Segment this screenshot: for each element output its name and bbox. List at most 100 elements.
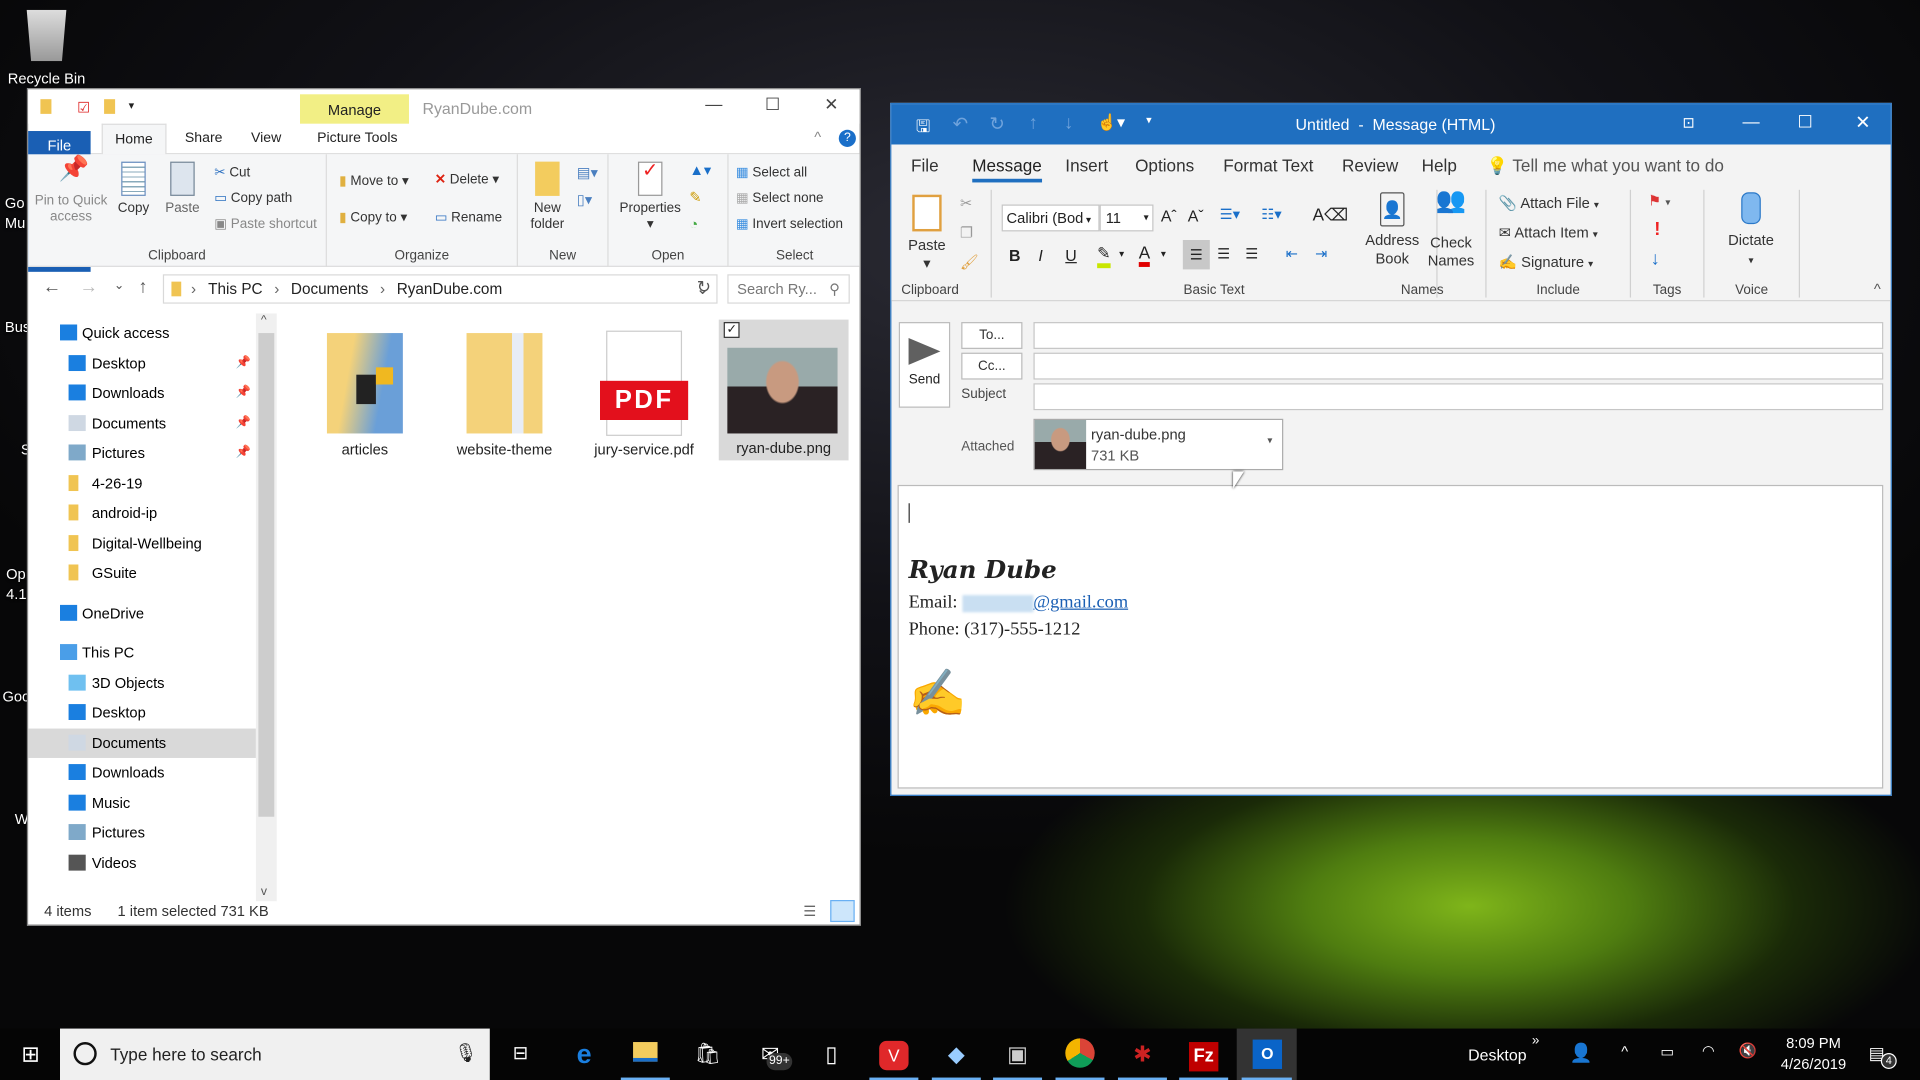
sidebar-item-videos[interactable]: Videos xyxy=(28,848,256,877)
toolbar-expand-icon[interactable]: » xyxy=(1532,1033,1540,1048)
file-explorer-icon[interactable] xyxy=(620,1038,670,1080)
address-book-button[interactable]: 👤 Address Book xyxy=(1364,192,1420,268)
underline-button[interactable]: U xyxy=(1065,246,1076,264)
pin-quick-access-button[interactable]: 📌 Pin to Quick access xyxy=(33,157,109,226)
large-icons-view-icon[interactable] xyxy=(830,900,855,923)
sidebar-item-music[interactable]: Music xyxy=(28,788,256,817)
sidebar-item-this-pc[interactable]: This PC xyxy=(28,638,256,667)
scroll-up-icon[interactable]: ^ xyxy=(261,313,267,326)
wifi-icon[interactable]: ◠ xyxy=(1702,1042,1715,1059)
shrink-font-icon[interactable]: Aˇ xyxy=(1188,207,1204,225)
desktop-toolbar[interactable]: Desktop xyxy=(1468,1046,1526,1064)
undo-icon[interactable]: ↶ xyxy=(953,113,968,135)
to-field[interactable] xyxy=(1033,322,1884,349)
send-button[interactable]: Send xyxy=(898,322,951,408)
mail-icon[interactable]: ✉99+ xyxy=(754,1038,793,1071)
edit-icon[interactable]: ✎ xyxy=(689,189,701,206)
scroll-down-icon[interactable]: v xyxy=(261,885,267,898)
sidebar-item-documents[interactable]: Documents xyxy=(28,727,256,758)
pin-icon[interactable]: 📌 xyxy=(236,438,251,467)
up-icon[interactable]: ↑ xyxy=(138,277,147,298)
tab-view[interactable]: View xyxy=(239,124,294,155)
email-link[interactable]: @gmail.com xyxy=(1033,593,1128,613)
outlook-taskbar-button[interactable]: O xyxy=(1236,1028,1297,1080)
forward-icon[interactable]: → xyxy=(80,277,98,298)
minimize-button[interactable]: — xyxy=(696,94,733,114)
italic-button[interactable]: I xyxy=(1038,246,1042,264)
breadcrumb-ryandube[interactable]: RyanDube.com xyxy=(397,280,502,297)
tab-help[interactable]: Help xyxy=(1422,156,1457,176)
high-importance-icon[interactable]: ! xyxy=(1654,219,1660,240)
touch-mode-icon[interactable]: ☝▾ xyxy=(1097,113,1125,133)
next-item-icon[interactable]: ↓ xyxy=(1064,113,1073,134)
details-view-icon[interactable]: ☰ xyxy=(803,899,816,925)
attach-item-button[interactable]: ✉ Attach Item ▾ xyxy=(1499,224,1598,244)
rename-button[interactable]: ▭ Rename xyxy=(435,209,502,226)
check-names-button[interactable]: 👥 Check Names xyxy=(1423,189,1479,270)
sidebar-item-android-ip[interactable]: android-ip xyxy=(28,498,256,527)
sidebar-item-downloads[interactable]: Downloads xyxy=(28,758,256,787)
tab-review[interactable]: Review xyxy=(1342,156,1398,176)
selection-checkbox[interactable]: ✓ xyxy=(723,322,740,338)
scrollbar-thumb[interactable] xyxy=(258,333,275,817)
sidebar-item-4-26-19[interactable]: 4-26-19 xyxy=(28,468,256,497)
pin-icon[interactable]: 📌 xyxy=(236,408,251,437)
new-folder-qat-icon[interactable] xyxy=(104,99,116,114)
sidebar-item-pictures[interactable]: Pictures 📌 xyxy=(28,438,256,467)
numbering-icon[interactable]: ☷▾ xyxy=(1261,206,1282,223)
customize-qat-icon[interactable]: ▾ xyxy=(129,99,135,112)
filezilla-icon[interactable]: Fz xyxy=(1179,1038,1229,1080)
cut-icon[interactable]: ✂ xyxy=(960,195,972,212)
save-icon[interactable]: 🖫 xyxy=(916,114,931,143)
back-icon[interactable]: ← xyxy=(43,277,61,298)
clock[interactable]: 8:09 PM 4/26/2019 xyxy=(1769,1033,1857,1075)
sidebar-item-3d-objects[interactable]: 3D Objects xyxy=(28,668,256,697)
signature-button[interactable]: ✍ Signature ▾ xyxy=(1499,253,1593,273)
help-icon[interactable]: ? xyxy=(838,129,856,147)
invert-selection-button[interactable]: ▦ Invert selection xyxy=(736,216,843,232)
history-icon[interactable]: ◔ xyxy=(689,216,698,233)
taskbar-search-box[interactable]: Type here to search 🎙 xyxy=(60,1028,490,1080)
decrease-indent-icon[interactable]: ⇤ xyxy=(1286,245,1298,262)
breadcrumb-documents[interactable]: Documents xyxy=(291,280,368,297)
collapse-ribbon-icon[interactable]: ^ xyxy=(814,129,821,146)
pin-icon[interactable]: 📌 xyxy=(236,378,251,407)
subject-field[interactable] xyxy=(1033,383,1884,411)
align-right-icon[interactable]: ☰ xyxy=(1245,245,1258,262)
to-button[interactable]: To... xyxy=(961,322,1023,349)
new-folder-button[interactable]: New folder xyxy=(523,161,572,233)
copy-path-button[interactable]: ▭ Copy path xyxy=(214,190,292,206)
store-icon[interactable]: 🛍 xyxy=(692,1038,724,1070)
phone-icon[interactable]: ▯ xyxy=(816,1038,848,1070)
align-center-icon[interactable]: ☰ xyxy=(1217,245,1230,262)
attachment-chip[interactable]: ryan-dube.png 731 KB ▾ xyxy=(1033,418,1284,471)
attach-file-button[interactable]: 📎 Attach File ▾ xyxy=(1499,195,1599,215)
sidebar-item-onedrive[interactable]: OneDrive xyxy=(28,598,256,627)
tab-picture-tools[interactable]: Picture Tools xyxy=(305,124,410,155)
sidebar-item-desktop[interactable]: Desktop 📌 xyxy=(28,348,256,377)
sidebar-item-documents[interactable]: Documents 📌 xyxy=(28,408,256,437)
app-icon[interactable]: ✱ xyxy=(1117,1038,1167,1080)
font-color-icon[interactable]: A xyxy=(1138,242,1151,267)
align-left-icon[interactable]: ☰ xyxy=(1182,240,1210,270)
tab-options[interactable]: Options xyxy=(1135,156,1194,176)
vivaldi-icon[interactable]: V xyxy=(869,1038,919,1080)
app-icon[interactable]: ▣ xyxy=(993,1038,1043,1080)
properties-qat-icon[interactable]: ☑ xyxy=(77,99,90,116)
nav-scrollbar[interactable]: ^ v xyxy=(255,313,277,902)
copy-button[interactable]: Copy xyxy=(111,161,155,217)
search-input[interactable]: Search Ry... ⚲ xyxy=(727,274,850,304)
maximize-button[interactable]: ☐ xyxy=(1798,111,1813,132)
people-icon[interactable]: 👤 xyxy=(1570,1042,1593,1064)
microphone-icon[interactable]: 🎙 xyxy=(454,1042,477,1064)
minimize-button[interactable]: — xyxy=(1742,111,1759,131)
font-name-select[interactable]: Calibri (Bod ▾ xyxy=(1001,204,1100,232)
tell-me-search[interactable]: 💡 Tell me what you want to do xyxy=(1487,156,1724,177)
file-item-jury-service-pdf[interactable]: PDF jury-service.pdf xyxy=(579,321,709,462)
battery-icon[interactable]: ▭ xyxy=(1660,1043,1674,1060)
copy-to-button[interactable]: ▮ Copy to ▾ xyxy=(339,209,407,226)
close-button[interactable]: ✕ xyxy=(813,94,850,115)
grow-font-icon[interactable]: Aˆ xyxy=(1161,207,1177,225)
properties-button[interactable]: ✓ Properties ▾ xyxy=(616,161,685,233)
app-icon[interactable]: ◆ xyxy=(931,1038,981,1080)
